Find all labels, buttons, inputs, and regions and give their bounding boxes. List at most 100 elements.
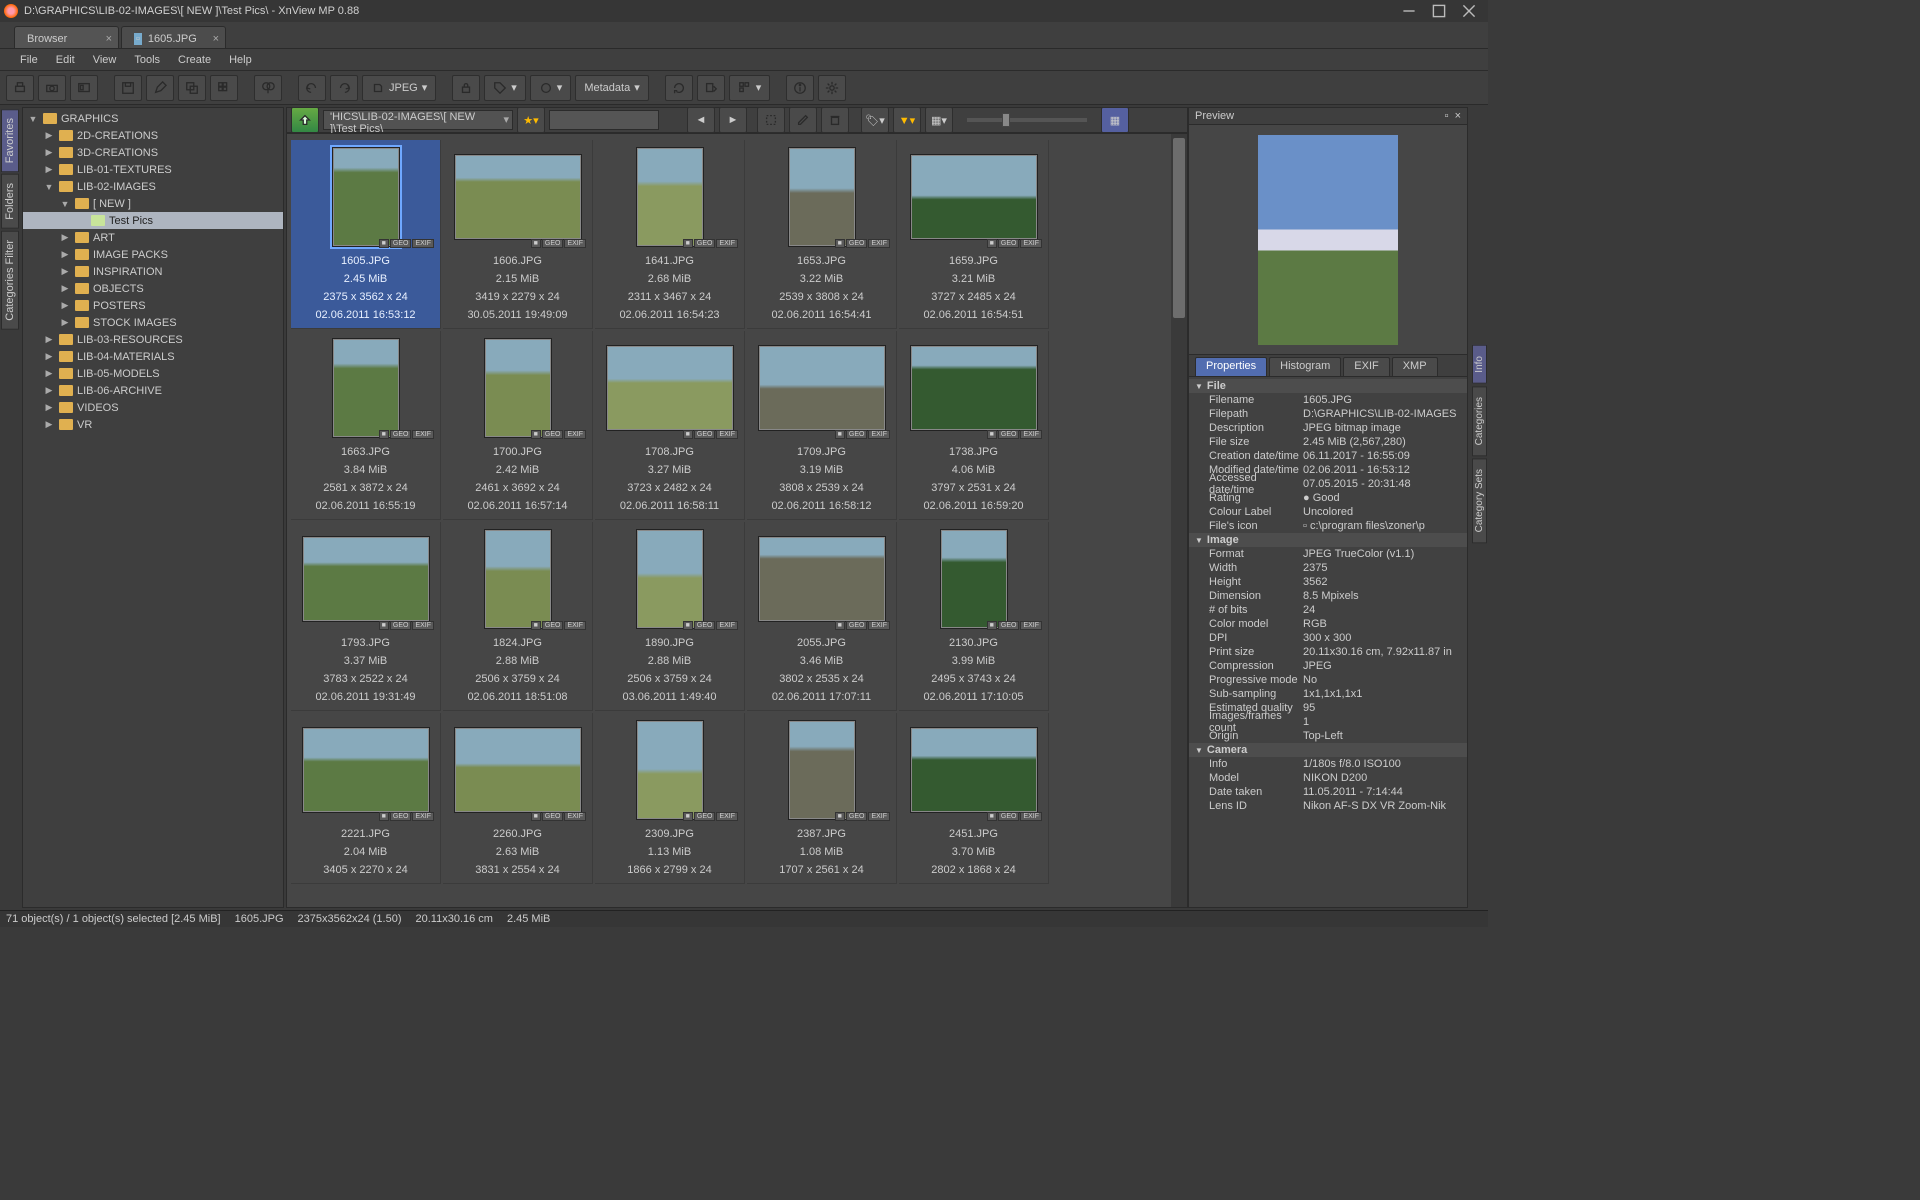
left-tab-favorites[interactable]: Favorites bbox=[1, 109, 19, 172]
thumbnail-grid[interactable]: ■GEOEXIF1605.JPG2.45 MiB2375 x 3562 x 24… bbox=[286, 133, 1188, 908]
lock-button[interactable] bbox=[452, 75, 480, 101]
view-mode-button[interactable]: ▾ bbox=[729, 75, 771, 101]
thumbnail-item[interactable]: ■GEOEXIF2387.JPG1.08 MiB1707 x 2561 x 24 bbox=[747, 713, 897, 884]
tree-node[interactable]: ▶VIDEOS bbox=[23, 399, 283, 416]
contact-sheet-button[interactable] bbox=[210, 75, 238, 101]
tree-node[interactable]: ▶POSTERS bbox=[23, 297, 283, 314]
close-tab-icon[interactable]: × bbox=[213, 33, 219, 45]
right-tab-info[interactable]: Info bbox=[1472, 345, 1487, 384]
location-input[interactable]: 'HICS\LIB-02-IMAGES\[ NEW ]\Test Pics\▾ bbox=[323, 110, 513, 130]
thumbnail-item[interactable]: ■GEOEXIF1708.JPG3.27 MiB3723 x 2482 x 24… bbox=[595, 331, 745, 520]
thumbnail-item[interactable]: ■GEOEXIF1709.JPG3.19 MiB3808 x 2539 x 24… bbox=[747, 331, 897, 520]
thumbnail-item[interactable]: ■GEOEXIF1793.JPG3.37 MiB3783 x 2522 x 24… bbox=[291, 522, 441, 711]
tree-node[interactable]: ▶IMAGE PACKS bbox=[23, 246, 283, 263]
properties-panel[interactable]: FileFilename1605.JPGFilepathD:\GRAPHICS\… bbox=[1188, 377, 1468, 908]
rating-button[interactable]: ▾ bbox=[530, 75, 572, 101]
menu-file[interactable]: File bbox=[12, 52, 46, 68]
tree-node[interactable]: ▶2D-CREATIONS bbox=[23, 127, 283, 144]
menu-tools[interactable]: Tools bbox=[126, 52, 168, 68]
thumbnail-item[interactable]: ■GEOEXIF2260.JPG2.63 MiB3831 x 2554 x 24 bbox=[443, 713, 593, 884]
copy-to-button[interactable] bbox=[697, 75, 725, 101]
nav-forward-button[interactable]: ► bbox=[719, 107, 747, 133]
rename-button[interactable] bbox=[789, 107, 817, 133]
acquire-button[interactable] bbox=[38, 75, 66, 101]
batch-button[interactable] bbox=[178, 75, 206, 101]
tree-node[interactable]: ▶LIB-05-MODELS bbox=[23, 365, 283, 382]
right-tab-categories[interactable]: Categories bbox=[1472, 386, 1487, 456]
thumbnail-item[interactable]: ■GEOEXIF1606.JPG2.15 MiB3419 x 2279 x 24… bbox=[443, 140, 593, 329]
print-button[interactable] bbox=[6, 75, 34, 101]
info-tab-exif[interactable]: EXIF bbox=[1343, 357, 1389, 376]
maximize-button[interactable] bbox=[1424, 2, 1454, 20]
thumbnail-item[interactable]: ■GEOEXIF2130.JPG3.99 MiB2495 x 3743 x 24… bbox=[899, 522, 1049, 711]
slideshow-button[interactable] bbox=[70, 75, 98, 101]
scrollbar-vertical[interactable] bbox=[1171, 134, 1187, 907]
thumbnail-item[interactable]: ■GEOEXIF1653.JPG3.22 MiB2539 x 3808 x 24… bbox=[747, 140, 897, 329]
close-panel-icon[interactable]: × bbox=[1455, 110, 1461, 122]
thumbnail-item[interactable]: ■GEOEXIF1700.JPG2.42 MiB2461 x 3692 x 24… bbox=[443, 331, 593, 520]
info-tab-xmp[interactable]: XMP bbox=[1392, 357, 1438, 376]
thumbnail-item[interactable]: ■GEOEXIF1824.JPG2.88 MiB2506 x 3759 x 24… bbox=[443, 522, 593, 711]
left-tab-folders[interactable]: Folders bbox=[1, 174, 19, 229]
thumbnail-item[interactable]: ■GEOEXIF2309.JPG1.13 MiB1866 x 2799 x 24 bbox=[595, 713, 745, 884]
tree-node[interactable]: ▶3D-CREATIONS bbox=[23, 144, 283, 161]
info-tab-properties[interactable]: Properties bbox=[1195, 357, 1267, 376]
menu-create[interactable]: Create bbox=[170, 52, 219, 68]
thumbnail-item[interactable]: ■GEOEXIF1659.JPG3.21 MiB3727 x 2485 x 24… bbox=[899, 140, 1049, 329]
close-button[interactable] bbox=[1454, 2, 1484, 20]
save-button[interactable] bbox=[114, 75, 142, 101]
select-button[interactable] bbox=[757, 107, 785, 133]
tree-node[interactable]: ▶LIB-04-MATERIALS bbox=[23, 348, 283, 365]
convert-format-button[interactable]: JPEG▾ bbox=[362, 75, 436, 101]
folder-tree[interactable]: ▼GRAPHICS▶2D-CREATIONS▶3D-CREATIONS▶LIB-… bbox=[22, 107, 284, 908]
minimize-button[interactable] bbox=[1394, 2, 1424, 20]
thumbnail-item[interactable]: ■GEOEXIF1641.JPG2.68 MiB2311 x 3467 x 24… bbox=[595, 140, 745, 329]
left-tab-categories-filter[interactable]: Categories Filter bbox=[1, 231, 19, 330]
layout-button[interactable]: ▦▾ bbox=[925, 107, 953, 133]
tree-node[interactable]: ▶ART bbox=[23, 229, 283, 246]
thumbnail-item[interactable]: ■GEOEXIF2451.JPG3.70 MiB2802 x 1868 x 24 bbox=[899, 713, 1049, 884]
thumbnail-item[interactable]: ■GEOEXIF1738.JPG4.06 MiB3797 x 2531 x 24… bbox=[899, 331, 1049, 520]
nav-back-button[interactable]: ◄ bbox=[687, 107, 715, 133]
menu-edit[interactable]: Edit bbox=[48, 52, 83, 68]
nav-up-button[interactable] bbox=[291, 107, 319, 133]
tree-node[interactable]: ▶LIB-06-ARCHIVE bbox=[23, 382, 283, 399]
tree-node[interactable]: ▶STOCK IMAGES bbox=[23, 314, 283, 331]
search-button[interactable] bbox=[254, 75, 282, 101]
quick-search-input[interactable] bbox=[549, 110, 659, 130]
tree-node[interactable]: ▼LIB-02-IMAGES bbox=[23, 178, 283, 195]
tag-button[interactable]: ▾ bbox=[484, 75, 526, 101]
grid-view-button[interactable]: ▦ bbox=[1101, 107, 1129, 133]
thumbnail-item[interactable]: ■GEOEXIF1890.JPG2.88 MiB2506 x 3759 x 24… bbox=[595, 522, 745, 711]
edit-button[interactable] bbox=[146, 75, 174, 101]
favorite-button[interactable]: ★▾ bbox=[517, 107, 545, 133]
thumbnail-size-slider[interactable] bbox=[967, 118, 1087, 122]
thumbnail-item[interactable]: ■GEOEXIF1663.JPG3.84 MiB2581 x 3872 x 24… bbox=[291, 331, 441, 520]
tag-filter-button[interactable]: 🏷▾ bbox=[861, 107, 889, 133]
settings-button[interactable] bbox=[818, 75, 846, 101]
metadata-button[interactable]: Metadata▾ bbox=[575, 75, 648, 101]
right-tab-category-sets[interactable]: Category Sets bbox=[1472, 458, 1487, 543]
thumbnail-item[interactable]: ■GEOEXIF1605.JPG2.45 MiB2375 x 3562 x 24… bbox=[291, 140, 441, 329]
doc-tab-1[interactable]: ▫1605.JPG× bbox=[121, 26, 226, 48]
sort-filter-button[interactable]: ▼▾ bbox=[893, 107, 921, 133]
doc-tab-0[interactable]: Browser× bbox=[14, 26, 119, 48]
close-tab-icon[interactable]: × bbox=[106, 33, 112, 45]
undock-icon[interactable]: ▫ bbox=[1445, 110, 1449, 122]
tree-node[interactable]: ▶LIB-03-RESOURCES bbox=[23, 331, 283, 348]
tree-node[interactable]: ▼GRAPHICS bbox=[23, 110, 283, 127]
thumbnail-item[interactable]: ■GEOEXIF2055.JPG3.46 MiB3802 x 2535 x 24… bbox=[747, 522, 897, 711]
refresh-button[interactable] bbox=[665, 75, 693, 101]
delete-button[interactable] bbox=[821, 107, 849, 133]
tree-node[interactable]: ▶INSPIRATION bbox=[23, 263, 283, 280]
tree-node[interactable]: Test Pics bbox=[23, 212, 283, 229]
info-button[interactable] bbox=[786, 75, 814, 101]
tree-node[interactable]: ▶VR bbox=[23, 416, 283, 433]
thumbnail-item[interactable]: ■GEOEXIF2221.JPG2.04 MiB3405 x 2270 x 24 bbox=[291, 713, 441, 884]
tree-node[interactable]: ▼[ NEW ] bbox=[23, 195, 283, 212]
menu-help[interactable]: Help bbox=[221, 52, 260, 68]
tree-node[interactable]: ▶LIB-01-TEXTURES bbox=[23, 161, 283, 178]
redo-button[interactable] bbox=[330, 75, 358, 101]
menu-view[interactable]: View bbox=[85, 52, 125, 68]
info-tab-histogram[interactable]: Histogram bbox=[1269, 357, 1341, 376]
